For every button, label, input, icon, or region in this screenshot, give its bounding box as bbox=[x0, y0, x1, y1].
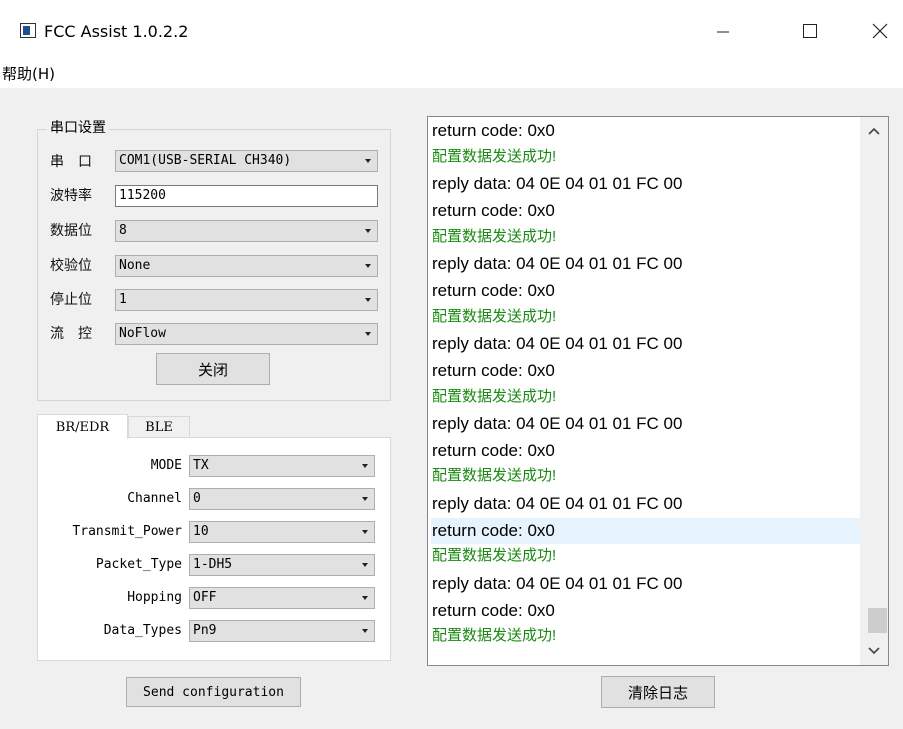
chevron-down-icon bbox=[362, 629, 368, 633]
log-line: return code: 0x0 bbox=[432, 440, 555, 460]
flow-select[interactable]: NoFlow bbox=[115, 323, 378, 345]
scroll-down-button[interactable] bbox=[860, 637, 888, 665]
log-line: 配置数据发送成功! bbox=[432, 307, 557, 325]
stopbits-label: 停止位 bbox=[50, 292, 92, 308]
log-line: reply data: 04 0E 04 01 01 FC 00 bbox=[432, 174, 683, 194]
port-select[interactable]: COM1(USB-SERIAL CH340) bbox=[115, 150, 378, 172]
chevron-down-icon bbox=[362, 497, 368, 501]
log-view[interactable]: return code: 0x0 配置数据发送成功! reply data: 04 … bbox=[427, 116, 889, 666]
log-line: 配置数据发送成功! bbox=[432, 547, 557, 565]
hopping-select[interactable]: OFF bbox=[189, 587, 375, 609]
chevron-down-icon bbox=[365, 264, 371, 268]
databits-label: 数据位 bbox=[50, 223, 92, 239]
packet-type-value: 1-DH5 bbox=[193, 557, 233, 572]
send-configuration-button[interactable]: Send configuration bbox=[126, 677, 301, 707]
channel-select[interactable]: 0 bbox=[189, 488, 375, 510]
chevron-down-icon bbox=[362, 596, 368, 600]
data-types-label: Data_Types bbox=[103, 623, 182, 638]
mode-label: MODE bbox=[150, 458, 182, 473]
chevron-down-icon bbox=[362, 464, 368, 468]
baud-label: 波特率 bbox=[50, 188, 92, 204]
mode-select[interactable]: TX bbox=[189, 455, 375, 477]
maximize-icon bbox=[803, 24, 817, 38]
log-line: return code: 0x0 bbox=[432, 200, 555, 220]
chevron-down-icon bbox=[362, 530, 368, 534]
stopbits-value: 1 bbox=[119, 292, 127, 307]
menu-bar: 帮助(H) bbox=[0, 60, 903, 88]
parity-select[interactable]: None bbox=[115, 255, 378, 277]
tab-br-edr[interactable]: BR/EDR bbox=[37, 414, 128, 439]
log-line: 配置数据发送成功! bbox=[432, 227, 557, 245]
param-labels: MODE Channel Transmit_Power Packet_Type … bbox=[40, 454, 182, 654]
log-line: reply data: 04 0E 04 01 01 FC 00 bbox=[432, 574, 683, 594]
channel-value: 0 bbox=[193, 491, 201, 506]
clear-log-button[interactable]: 清除日志 bbox=[601, 676, 715, 708]
close-button[interactable] bbox=[860, 19, 900, 43]
app-window-icon bbox=[20, 23, 36, 38]
port-value: COM1(USB-SERIAL CH340) bbox=[119, 153, 292, 168]
chevron-down-icon bbox=[365, 332, 371, 336]
log-line: return code: 0x0 bbox=[432, 360, 555, 380]
chevron-down-icon bbox=[365, 229, 371, 233]
baud-value: 115200 bbox=[119, 188, 166, 203]
scroll-up-button[interactable] bbox=[860, 117, 888, 145]
close-icon bbox=[872, 23, 888, 39]
log-line: return code: 0x0 bbox=[432, 280, 555, 300]
port-label: 串 口 bbox=[50, 154, 92, 170]
hopping-label: Hopping bbox=[127, 590, 182, 605]
power-select[interactable]: 10 bbox=[189, 521, 375, 543]
chevron-down-icon bbox=[362, 563, 368, 567]
flow-label: 流 控 bbox=[50, 326, 92, 342]
chevron-down-icon bbox=[868, 647, 880, 655]
flow-value: NoFlow bbox=[119, 326, 166, 341]
log-scrollbar[interactable] bbox=[860, 117, 888, 665]
chevron-up-icon bbox=[868, 127, 880, 135]
log-line: return code: 0x0 bbox=[432, 121, 555, 140]
baud-field[interactable]: 115200 bbox=[115, 185, 378, 207]
power-value: 10 bbox=[193, 524, 209, 539]
parity-label: 校验位 bbox=[50, 258, 92, 274]
chevron-down-icon bbox=[365, 298, 371, 302]
parity-value: None bbox=[119, 258, 151, 273]
hopping-value: OFF bbox=[193, 590, 217, 605]
log-line: 配置数据发送成功! bbox=[432, 147, 557, 165]
log-line: return code: 0x0 bbox=[431, 517, 861, 544]
log-line: 配置数据发送成功! bbox=[432, 387, 557, 405]
serial-settings-title: 串口设置 bbox=[47, 119, 109, 137]
menu-help[interactable]: 帮助(H) bbox=[2, 66, 55, 82]
scroll-thumb[interactable] bbox=[868, 608, 887, 633]
chevron-down-icon bbox=[365, 159, 371, 163]
data-types-select[interactable]: Pn9 bbox=[189, 620, 375, 642]
log-line: 配置数据发送成功! bbox=[432, 627, 557, 645]
power-label: Transmit_Power bbox=[72, 524, 182, 539]
tab-ble[interactable]: BLE bbox=[128, 416, 190, 437]
channel-label: Channel bbox=[127, 491, 182, 506]
close-port-button[interactable]: 关闭 bbox=[156, 353, 270, 385]
data-types-value: Pn9 bbox=[193, 623, 217, 638]
log-line: reply data: 04 0E 04 01 01 FC 00 bbox=[432, 494, 683, 514]
window-title: FCC Assist 1.0.2.2 bbox=[44, 22, 189, 41]
minimize-icon bbox=[717, 31, 729, 33]
log-line: return code: 0x0 bbox=[432, 600, 555, 620]
log-line: reply data: 04 0E 04 01 01 FC 00 bbox=[432, 254, 683, 274]
packet-type-select[interactable]: 1-DH5 bbox=[189, 554, 375, 576]
packet-type-label: Packet_Type bbox=[95, 557, 182, 572]
databits-value: 8 bbox=[119, 223, 127, 238]
log-line: reply data: 04 0E 04 01 01 FC 00 bbox=[432, 334, 683, 354]
minimize-button[interactable] bbox=[703, 19, 743, 43]
log-line: reply data: 04 0E 04 01 01 FC 00 bbox=[432, 414, 683, 434]
stopbits-select[interactable]: 1 bbox=[115, 289, 378, 311]
maximize-button[interactable] bbox=[790, 19, 830, 43]
mode-value: TX bbox=[193, 458, 209, 473]
title-bar: FCC Assist 1.0.2.2 bbox=[0, 0, 903, 60]
log-line: 配置数据发送成功! bbox=[432, 467, 557, 485]
databits-select[interactable]: 8 bbox=[115, 220, 378, 242]
